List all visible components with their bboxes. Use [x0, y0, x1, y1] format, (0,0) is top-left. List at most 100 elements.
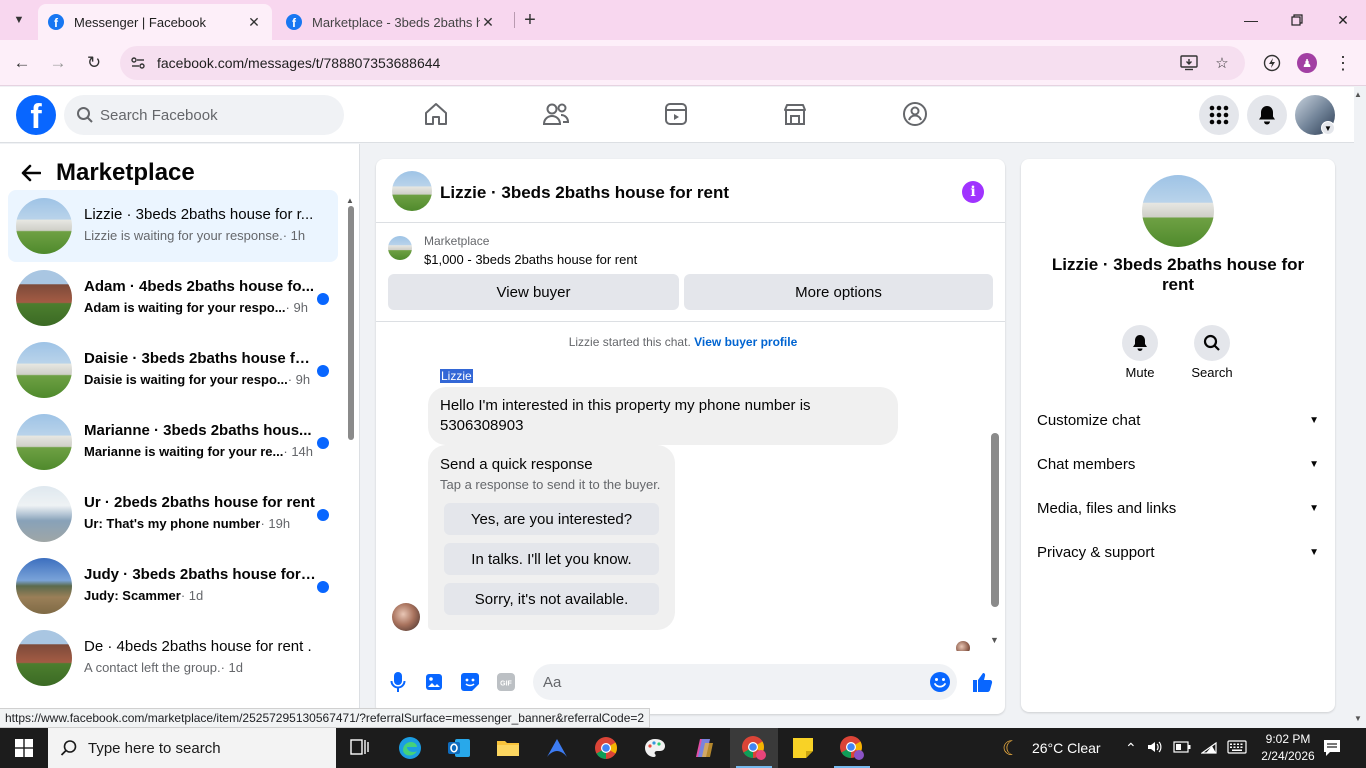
privacy-support-section[interactable]: Privacy & support ▼: [1037, 540, 1319, 564]
chat-list-item[interactable]: Ur · 2beds 2baths house for rent Ur: That…: [8, 478, 338, 550]
message-input-box[interactable]: [533, 664, 957, 700]
conversation-avatar[interactable]: [392, 171, 432, 211]
mute-label: Mute: [1125, 365, 1155, 380]
view-buyer-button[interactable]: View buyer: [388, 274, 679, 310]
battery-icon[interactable]: [1173, 740, 1191, 756]
thread-scrollbar[interactable]: [991, 433, 999, 607]
windows-start-icon[interactable]: [0, 728, 48, 768]
site-info-icon[interactable]: [130, 55, 146, 71]
new-tab-plus-icon[interactable]: +: [518, 8, 542, 32]
chrome-icon[interactable]: [582, 728, 630, 768]
install-app-icon[interactable]: [1180, 54, 1198, 72]
chat-preview-text: Lizzie is waiting for your response.: [84, 228, 283, 243]
listing-thumbnail[interactable]: [388, 236, 412, 260]
scroll-up-arrow-icon[interactable]: ▲: [346, 196, 354, 205]
tab-close-icon[interactable]: ✕: [246, 14, 262, 31]
notifications-bell-icon[interactable]: [1247, 95, 1287, 135]
windows-taskbar: Type here to search ☾ 26°C Clear ⌃ 9:02 …: [0, 728, 1366, 768]
chevron-down-icon[interactable]: ▼: [1321, 121, 1335, 135]
listing-price-title[interactable]: $1,000 - 3beds 2baths house for rent: [424, 252, 637, 267]
scroll-down-arrow-icon[interactable]: ▼: [990, 635, 999, 645]
buyer-avatar[interactable]: [392, 603, 420, 631]
sticker-icon[interactable]: [459, 671, 481, 693]
microphone-icon[interactable]: [387, 671, 409, 693]
emoji-icon[interactable]: [929, 671, 951, 693]
chevron-down-icon: ▼: [1309, 414, 1319, 426]
tray-chevron-up-icon[interactable]: ⌃: [1125, 740, 1137, 757]
details-avatar[interactable]: [1142, 175, 1214, 247]
file-explorer-icon[interactable]: [484, 728, 532, 768]
url-text: facebook.com/messages/t/788807353688644: [157, 55, 441, 71]
chat-list-item[interactable]: Daisie · 3beds 2baths house fo... Daisie …: [8, 334, 338, 406]
mute-button[interactable]: Mute: [1114, 325, 1166, 380]
chat-started-notice: Lizzie started this chat. View buyer pro…: [376, 335, 990, 349]
quick-reply-not-available-button[interactable]: Sorry, it's not available.: [444, 583, 659, 615]
facebook-search[interactable]: [64, 95, 344, 135]
chrome-profile-avatar[interactable]: ♟: [1296, 52, 1318, 74]
copilot-icon[interactable]: [680, 728, 728, 768]
chrome-profile-t-icon[interactable]: [730, 728, 778, 768]
back-arrow-icon[interactable]: [16, 158, 46, 188]
tab-messenger[interactable]: f Messenger | Facebook ✕: [38, 4, 272, 40]
paint-icon[interactable]: [631, 728, 679, 768]
more-options-button[interactable]: More options: [684, 274, 993, 310]
chat-list-item[interactable]: Marianne · 3beds 2baths hous... Marianne …: [8, 406, 338, 478]
chat-members-section[interactable]: Chat members ▼: [1037, 452, 1319, 476]
bookmark-star-icon[interactable]: ☆: [1213, 54, 1231, 72]
search-in-conversation-button[interactable]: Search: [1186, 325, 1238, 380]
outlook-icon[interactable]: [435, 728, 483, 768]
chat-list-item[interactable]: Lizzie · 3beds 2baths house for r... Lizz…: [8, 190, 338, 262]
message-input[interactable]: [543, 664, 913, 700]
taskbar-clock[interactable]: 9:02 PM 2/24/2026: [1256, 731, 1320, 765]
tab-close-icon[interactable]: ✕: [480, 14, 496, 31]
chat-list-item[interactable]: De · 4beds 2baths house for rent . A cont…: [8, 622, 338, 694]
forward-arrow-icon[interactable]: →: [46, 51, 70, 75]
chat-list-item[interactable]: Adam · 4beds 2baths house fo... Adam is w…: [8, 262, 338, 334]
info-icon[interactable]: i: [962, 181, 984, 203]
tab-search-dropdown-icon[interactable]: ▼: [6, 8, 32, 32]
quick-reply-in-talks-button[interactable]: In talks. I'll let you know.: [444, 543, 659, 575]
back-arrow-icon[interactable]: ←: [10, 51, 34, 75]
sidebar-scrollbar[interactable]: [348, 206, 354, 440]
media-files-links-section[interactable]: Media, files and links ▼: [1037, 496, 1319, 520]
menu-grid-icon[interactable]: [1199, 95, 1239, 135]
volume-icon[interactable]: [1147, 740, 1163, 757]
search-input[interactable]: [100, 95, 330, 135]
message-bubble[interactable]: Hello I'm interested in this property my…: [428, 387, 898, 445]
marketplace-icon[interactable]: [780, 99, 810, 129]
edge-browser-icon[interactable]: [386, 728, 434, 768]
conversation-title[interactable]: Lizzie · 3beds 2baths house for rent: [440, 183, 729, 203]
thumbs-up-icon[interactable]: [972, 671, 994, 693]
chrome-menu-icon[interactable]: ⋮: [1332, 52, 1354, 74]
groups-icon[interactable]: [900, 99, 930, 129]
photo-icon[interactable]: [423, 671, 445, 693]
chevron-down-icon: ▼: [1309, 546, 1319, 558]
weather-widget[interactable]: ☾ 26°C Clear: [1002, 728, 1101, 768]
facebook-logo[interactable]: f: [16, 95, 56, 135]
sticky-notes-icon[interactable]: [779, 728, 827, 768]
gif-icon[interactable]: GIF: [495, 671, 517, 693]
friends-icon[interactable]: [541, 99, 571, 129]
address-bar[interactable]: facebook.com/messages/t/788807353688644 …: [120, 46, 1245, 80]
tab-marketplace[interactable]: f Marketplace - 3beds 2baths hou ✕: [276, 4, 506, 40]
chrome-profile-lock-icon[interactable]: [828, 728, 876, 768]
extensions-icon[interactable]: [1261, 52, 1283, 74]
quick-reply-interested-button[interactable]: Yes, are you interested?: [444, 503, 659, 535]
taskbar-search-box[interactable]: Type here to search: [48, 728, 336, 768]
close-window-icon[interactable]: ✕: [1331, 8, 1355, 32]
restore-window-icon[interactable]: [1285, 8, 1309, 32]
customize-chat-section[interactable]: Customize chat ▼: [1037, 408, 1319, 432]
chat-list-item[interactable]: Judy · 3beds 2baths house for ... Judy: S…: [8, 550, 338, 622]
notification-center-icon[interactable]: [1322, 738, 1342, 758]
wifi-icon[interactable]: [1199, 740, 1217, 757]
home-icon[interactable]: [421, 99, 451, 129]
reload-icon[interactable]: ↻: [82, 51, 106, 75]
keyboard-icon[interactable]: [1227, 739, 1247, 757]
blue-app-icon[interactable]: [533, 728, 581, 768]
minimize-window-icon[interactable]: —: [1239, 8, 1263, 32]
page-scroll-down-icon[interactable]: ▼: [1354, 714, 1362, 723]
task-view-icon[interactable]: [336, 728, 384, 768]
page-scroll-up-icon[interactable]: ▲: [1354, 90, 1362, 99]
view-buyer-profile-link[interactable]: View buyer profile: [694, 335, 797, 349]
video-icon[interactable]: [661, 99, 691, 129]
